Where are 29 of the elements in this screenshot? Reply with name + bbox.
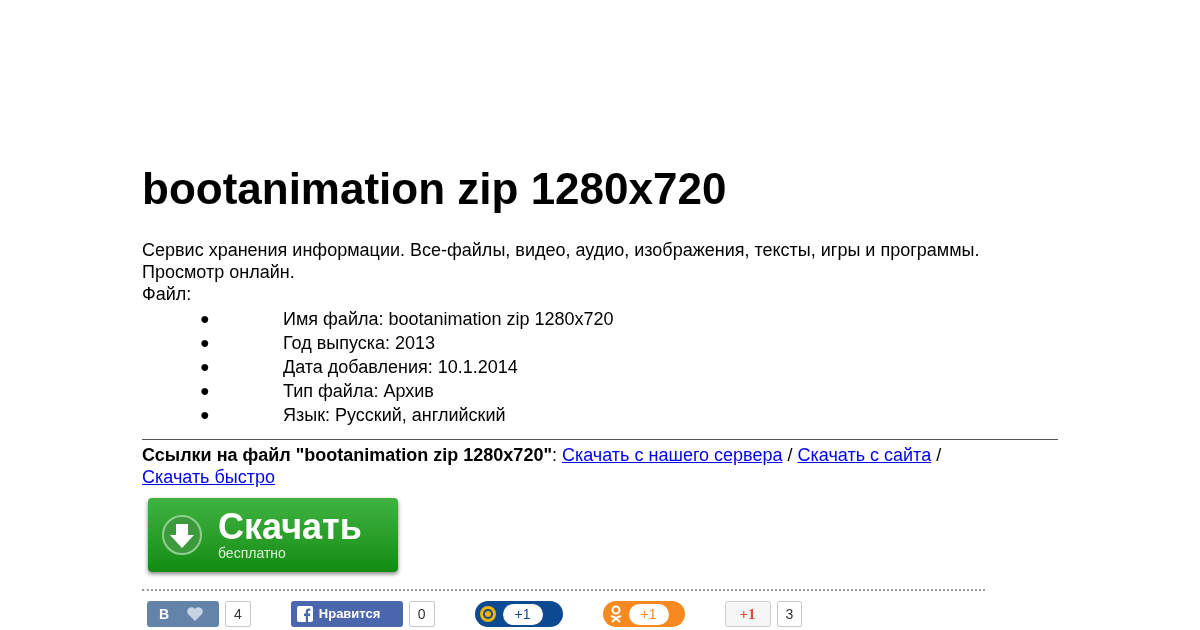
google-plus-button[interactable]: +1 — [724, 601, 771, 627]
links-line: Ссылки на файл "bootanimation zip 1280x720": Скачать с нашего сервера / Скачать с сайта / Скачать быстро — [142, 444, 943, 488]
share-count: 3 — [776, 601, 803, 627]
mail-share-button[interactable]: +1 — [474, 601, 563, 627]
file-detail: Тип файла: Архив — [283, 380, 434, 402]
page-title: bootanimation zip 1280x720 — [142, 163, 728, 215]
share-count: 4 — [225, 601, 251, 627]
intro-text: Сервис хранения информации. Все-файлы, видео, аудио, изображения, тексты, игры и программы. — [142, 239, 981, 261]
download-link[interactable]: Скачать с сайта — [797, 445, 932, 465]
file-detail: Имя файла: bootanimation zip 1280x720 — [283, 308, 614, 330]
bullet: ● — [200, 309, 211, 329]
vk-share-button[interactable]: В — [147, 601, 219, 627]
intro-text: Просмотр онлайн. — [142, 261, 296, 283]
bullet: ● — [200, 333, 211, 353]
heart-icon — [187, 607, 203, 621]
download-link[interactable]: Скачать с нашего сервера — [562, 445, 783, 465]
person-icon — [608, 605, 623, 623]
file-detail: Год выпуска: 2013 — [283, 332, 436, 354]
download-link[interactable]: Скачать быстро — [142, 467, 275, 487]
file-detail: Дата добавления: 10.1.2014 — [283, 356, 518, 378]
intro-text: Файл: — [142, 283, 193, 305]
share-count: 0 — [408, 601, 435, 627]
like-button[interactable]: Нравится — [290, 601, 403, 627]
download-button[interactable]: Скачать бесплатно — [148, 498, 398, 572]
bullet: ● — [200, 405, 211, 425]
bullet: ● — [200, 357, 211, 377]
facebook-icon — [296, 606, 313, 622]
file-detail: Язык: Русский, английский — [283, 404, 506, 426]
bullet: ● — [200, 381, 211, 401]
